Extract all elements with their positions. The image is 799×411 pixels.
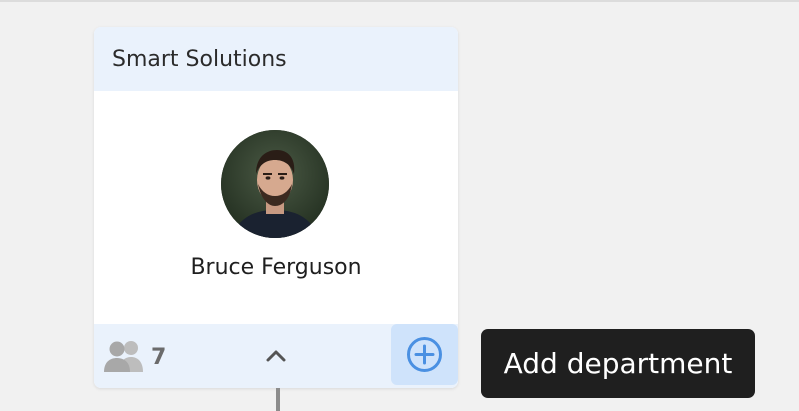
collapse-button[interactable] [262,344,290,368]
plus-circle-icon [407,337,442,372]
add-department-button[interactable] [391,324,458,385]
avatar-photo [221,130,329,238]
tooltip-text: Add department [503,347,733,380]
card-body: Bruce Ferguson [94,91,458,324]
member-count: 7 [151,344,167,370]
person-name: Bruce Ferguson [190,255,362,280]
department-title: Smart Solutions [112,46,287,72]
people-icon [104,341,143,372]
card-footer: 7 [94,324,458,388]
department-card[interactable]: Smart Solutions Bruce Ferguson 7 [94,27,458,388]
members-info: 7 [103,338,166,374]
avatar [221,130,329,238]
card-header: Smart Solutions [94,27,458,91]
tree-connector-line [276,388,280,411]
org-chart-canvas: Smart Solutions Bruce Ferguson 7 Add dep… [0,0,799,411]
chevron-up-icon [266,350,286,362]
add-department-tooltip: Add department [481,329,755,398]
